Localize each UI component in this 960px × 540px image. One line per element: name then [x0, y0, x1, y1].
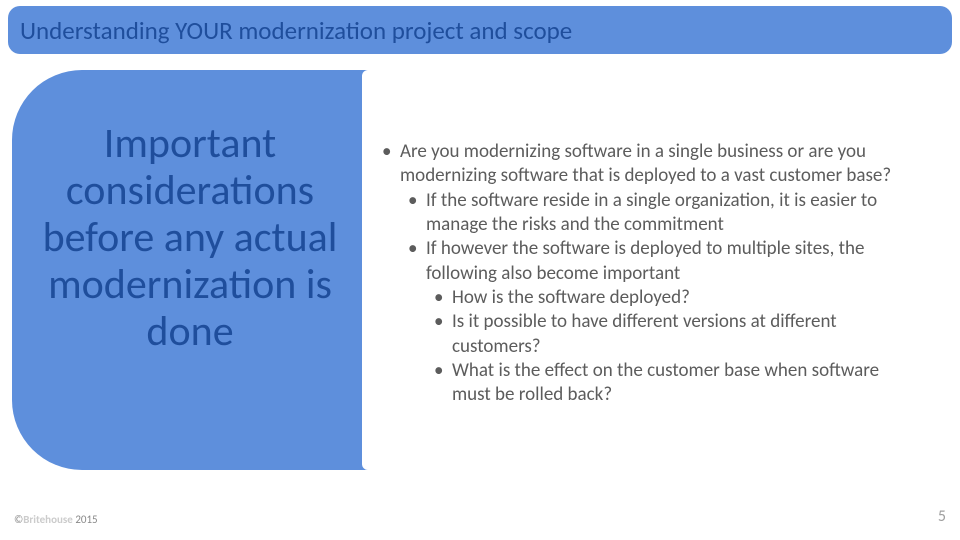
- bullet-text: If the software reside in a single organ…: [426, 189, 877, 236]
- footer-copyright: ©Britehouse 2015: [14, 513, 98, 526]
- list-item: If however the software is deployed to m…: [408, 237, 918, 407]
- slide: Understanding YOUR modernization project…: [0, 0, 960, 540]
- bullet-text: What is the effect on the customer base …: [452, 359, 879, 406]
- bullet-text: Are you modernizing software in a single…: [400, 140, 891, 187]
- bullet-text: If however the software is deployed to m…: [426, 237, 864, 284]
- bullet-list: Are you modernizing software in a single…: [382, 140, 918, 407]
- bullet-text: How is the software deployed?: [452, 286, 690, 309]
- footer-year: 2015: [75, 513, 97, 526]
- brand-ghost: Britehouse: [23, 513, 73, 526]
- page-number: 5: [938, 507, 946, 526]
- list-item: If the software reside in a single organ…: [408, 189, 918, 238]
- content-panel: Are you modernizing software in a single…: [362, 70, 942, 470]
- title-bar: Understanding YOUR modernization project…: [8, 6, 952, 54]
- bullet-text: Is it possible to have different version…: [452, 310, 837, 357]
- list-item: Are you modernizing software in a single…: [382, 140, 918, 407]
- slide-title: Understanding YOUR modernization project…: [20, 15, 572, 46]
- list-item: Is it possible to have different version…: [434, 310, 918, 359]
- left-heading: Important considerations before any actu…: [30, 120, 350, 355]
- list-item: How is the software deployed?: [434, 286, 918, 310]
- copyright-symbol: ©: [14, 513, 23, 526]
- list-item: What is the effect on the customer base …: [434, 359, 918, 408]
